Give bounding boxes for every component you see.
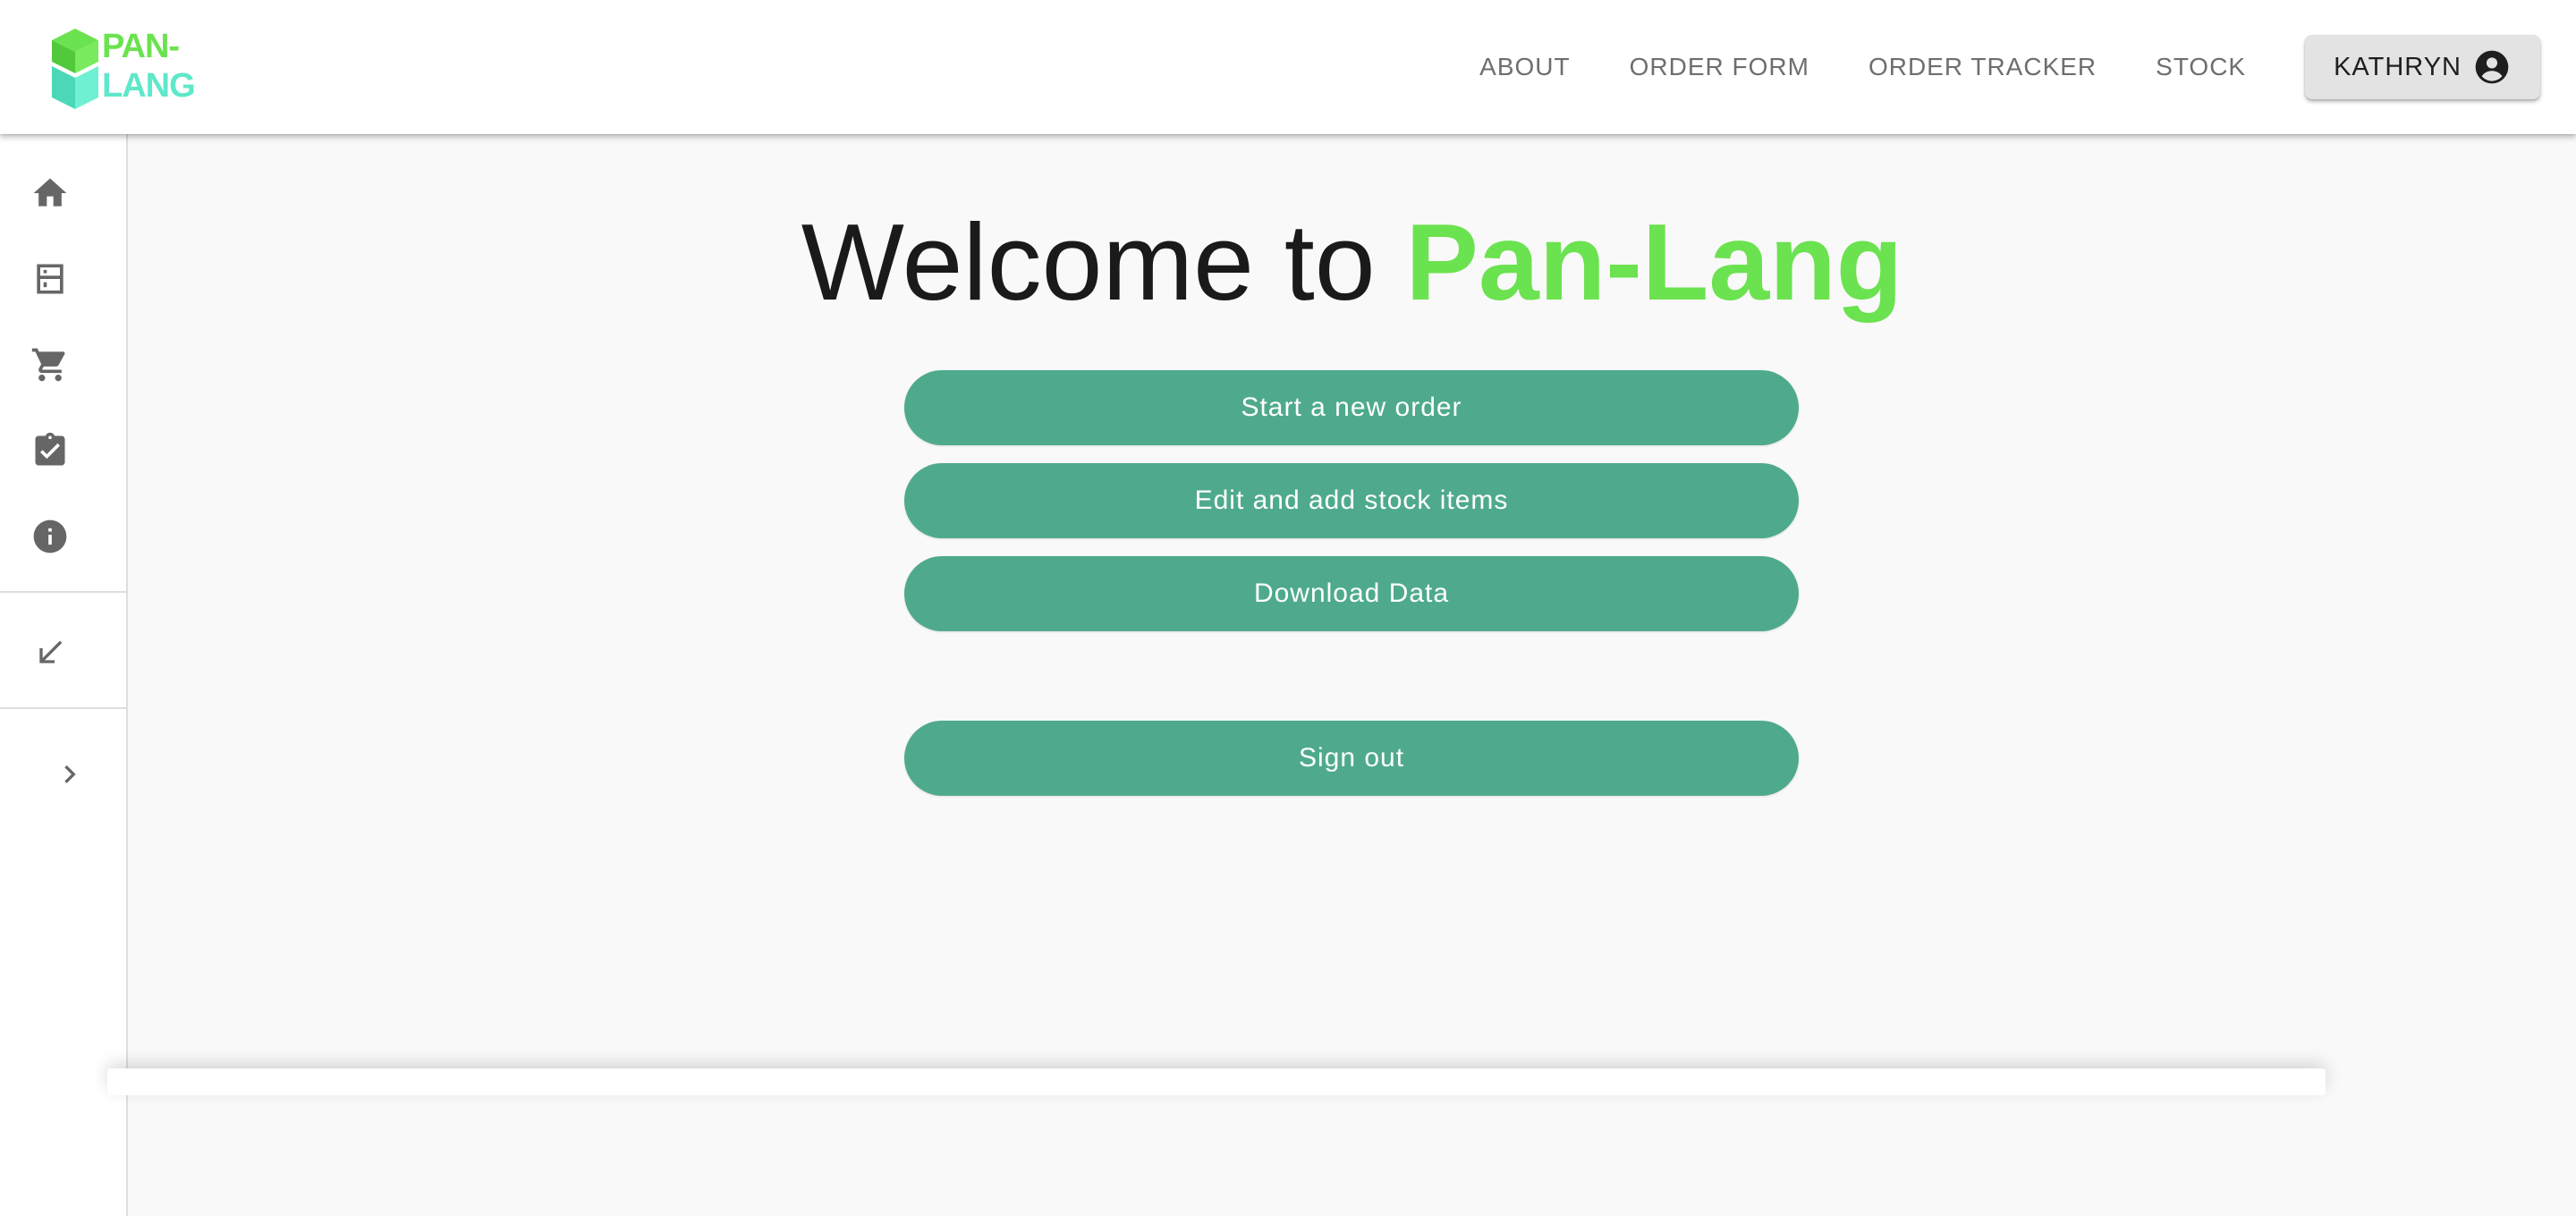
download-data-button[interactable]: Download Data bbox=[904, 556, 1799, 631]
logo-line-1: PAN- bbox=[102, 28, 180, 65]
rail-item-order-form[interactable] bbox=[27, 256, 73, 302]
logo-line-2: LANG bbox=[102, 67, 196, 105]
side-navigation-rail bbox=[0, 134, 128, 1216]
nav-link-about[interactable]: ABOUT bbox=[1479, 49, 1570, 85]
rail-item-cart[interactable] bbox=[27, 342, 73, 388]
pan-lang-logo[interactable]: PAN- LANG bbox=[50, 27, 196, 111]
welcome-text: Welcome to bbox=[801, 201, 1376, 323]
rail-item-tracker[interactable] bbox=[27, 427, 73, 474]
user-menu-button[interactable]: KATHRYN bbox=[2305, 35, 2540, 99]
edit-stock-items-button[interactable]: Edit and add stock items bbox=[904, 463, 1799, 538]
logo-text: PAN- LANG bbox=[102, 27, 196, 106]
rail-item-about[interactable] bbox=[27, 513, 73, 560]
nav-link-order-tracker[interactable]: ORDER TRACKER bbox=[1868, 49, 2097, 85]
rail-item-home[interactable] bbox=[27, 170, 73, 216]
rail-item-expand[interactable] bbox=[47, 751, 93, 798]
user-name: KATHRYN bbox=[2334, 52, 2462, 81]
rail-divider bbox=[0, 707, 126, 709]
brand-name: Pan-Lang bbox=[1405, 201, 1903, 323]
rail-item-collapse[interactable] bbox=[27, 629, 73, 676]
info-icon bbox=[33, 519, 67, 553]
chevron-right-icon bbox=[64, 765, 76, 783]
bottom-panel-edge bbox=[107, 1068, 2326, 1095]
home-icon bbox=[33, 178, 67, 207]
main-content: Welcome to Pan-Lang Start a new order Ed… bbox=[128, 134, 2576, 1216]
account-circle-icon bbox=[2475, 50, 2509, 84]
rail-divider bbox=[0, 591, 126, 593]
sign-out-button[interactable]: Sign out bbox=[904, 721, 1799, 796]
cube-logo-icon bbox=[52, 29, 98, 109]
welcome-heading: Welcome to Pan-Lang bbox=[128, 195, 2576, 329]
cart-icon bbox=[31, 348, 65, 382]
top-nav: ABOUT ORDER FORM ORDER TRACKER STOCK KAT… bbox=[1479, 0, 2540, 134]
top-app-bar: PAN- LANG ABOUT ORDER FORM ORDER TRACKER… bbox=[0, 0, 2576, 134]
order-form-icon bbox=[37, 264, 64, 294]
nav-link-stock[interactable]: STOCK bbox=[2156, 49, 2246, 85]
start-new-order-button[interactable]: Start a new order bbox=[904, 370, 1799, 445]
clipboard-check-icon bbox=[35, 432, 65, 466]
nav-link-order-form[interactable]: ORDER FORM bbox=[1630, 49, 1809, 85]
arrow-down-left-icon bbox=[39, 640, 63, 663]
